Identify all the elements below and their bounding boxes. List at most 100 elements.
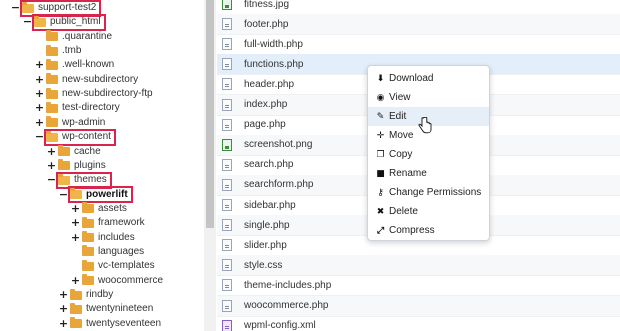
code-file-icon [222,118,232,131]
folder-open-icon [22,1,34,13]
file-name: functions.php [244,58,304,70]
menu-item-rename[interactable]: ■ Rename [368,164,489,183]
tree-item-twentynineteen[interactable]: + twentynineteen [59,302,153,316]
expand-icon[interactable]: + [71,231,80,245]
tree-item-includes[interactable]: + includes [71,231,135,245]
file-name: footer.php [244,18,289,30]
tree-item-powerlift[interactable]: − powerlift [59,186,133,204]
tree-item-body: includes [82,231,135,245]
folder-open-icon [34,15,46,27]
menu-item-delete[interactable]: ✖ Delete [368,202,489,221]
expand-icon[interactable]: + [71,202,80,216]
tree-item-label: plugins [74,159,106,171]
compress-icon: ⤢ [376,225,385,236]
tree-item-framework[interactable]: + framework [71,216,145,230]
collapse-icon[interactable]: − [47,173,56,187]
folder-icon [46,73,58,85]
expand-icon[interactable]: + [59,302,68,316]
folder-icon [46,87,58,99]
expand-icon[interactable]: + [47,159,56,173]
file-name: page.php [244,119,286,131]
file-row[interactable]: woocommerce.php [217,295,620,317]
file-row[interactable]: style.css [217,255,620,277]
tree-item-well-known[interactable]: + .well-known [35,58,114,72]
tree-item-plugins[interactable]: + plugins [47,159,106,173]
expand-icon[interactable]: + [35,101,44,115]
expand-icon[interactable]: + [47,145,56,159]
tree-item-label: cache [74,145,101,157]
collapse-icon[interactable]: − [35,130,44,144]
menu-item-label: Download [389,73,434,84]
tree-item-themes[interactable]: − themes [47,171,112,189]
expand-icon[interactable]: + [71,216,80,230]
tree-item-test-directory[interactable]: + test-directory [35,101,120,115]
download-icon: ⬇ [376,73,385,84]
menu-item-label: Compress [389,225,435,236]
tree-item-label: .well-known [62,59,115,71]
tree-item-body: languages [82,245,144,259]
expand-icon[interactable]: + [59,317,68,331]
collapse-icon[interactable]: − [23,15,32,29]
menu-item-change-permissions[interactable]: ⚷ Change Permissions [368,183,489,202]
collapse-icon[interactable]: − [59,188,68,202]
expand-icon[interactable]: + [35,116,44,130]
menu-item-download[interactable]: ⬇ Download [368,69,489,88]
menu-item-view[interactable]: ◉ View [368,88,489,107]
tree-item-new-subdirectory-ftp[interactable]: + new-subdirectory-ftp [35,87,153,101]
folder-open-icon [46,130,58,142]
folder-icon [82,216,94,228]
tree-item-label: woocommerce [98,274,164,286]
code-file-icon [222,279,232,292]
folder-icon [82,231,94,243]
tree-item-cache[interactable]: + cache [47,145,101,159]
toggle-spacer [71,259,80,273]
tree-scrollbar-thumb[interactable] [206,0,214,228]
expand-icon[interactable]: + [35,87,44,101]
tree-item-rindby[interactable]: + rindby [59,288,113,302]
tree-item-new-subdirectory[interactable]: + new-subdirectory [35,73,138,87]
tree-item-wp-content[interactable]: − wp-content [35,128,116,146]
tree-item-twentyseventeen[interactable]: + twentyseventeen [59,317,161,331]
tree-item-label: languages [98,245,145,257]
tree-item-public-html[interactable]: − public_html [23,13,106,31]
folder-open-icon [58,173,70,185]
expand-icon[interactable]: + [59,288,68,302]
menu-item-compress[interactable]: ⤢ Compress [368,221,489,240]
file-name: theme-includes.php [244,279,332,291]
folder-icon [58,145,70,156]
tree-item-body: vc-templates [82,259,155,273]
collapse-icon[interactable]: − [11,1,20,15]
tree-item-body: wp-admin [46,116,105,130]
tree-item-assets[interactable]: + assets [71,202,127,216]
tree-item-woocommerce[interactable]: + woocommerce [71,274,163,288]
image-file-icon [222,0,232,10]
menu-item-label: Rename [389,168,427,179]
file-row[interactable]: footer.php [217,14,620,36]
expand-icon[interactable]: + [35,73,44,87]
tree-item-body: .tmb [46,44,81,58]
file-name: search.php [244,159,294,171]
highlight-box: powerlift [68,186,133,204]
file-row[interactable]: wpml-config.xml [217,316,620,331]
file-row[interactable]: full-width.php [217,34,620,56]
file-row[interactable]: theme-includes.php [217,275,620,297]
tree-item-label: rindby [86,289,114,300]
expand-icon[interactable]: + [35,58,44,72]
tree-item-vc-templates[interactable]: vc-templates [71,259,155,273]
image-file-icon [222,138,232,151]
folder-icon [82,274,94,286]
highlight-box: wp-content [44,128,116,146]
menu-item-copy[interactable]: ❐ Copy [368,145,489,164]
tree-item-tmb[interactable]: .tmb [35,44,81,58]
highlight-box: support-test2 [19,0,102,17]
file-name: woocommerce.php [244,300,329,311]
tree-item-quarantine[interactable]: .quarantine [35,30,112,44]
tree-item-languages[interactable]: languages [71,245,144,259]
tree-item-wp-admin[interactable]: + wp-admin [35,116,105,130]
expand-icon[interactable]: + [71,274,80,288]
code-file-icon [222,259,232,272]
tree-item-support-test2[interactable]: − support-test2 [11,0,102,17]
tree-item-label: includes [98,231,135,243]
file-row[interactable]: fitness.jpg [217,0,620,15]
tree-item-body: test-directory [46,101,120,115]
